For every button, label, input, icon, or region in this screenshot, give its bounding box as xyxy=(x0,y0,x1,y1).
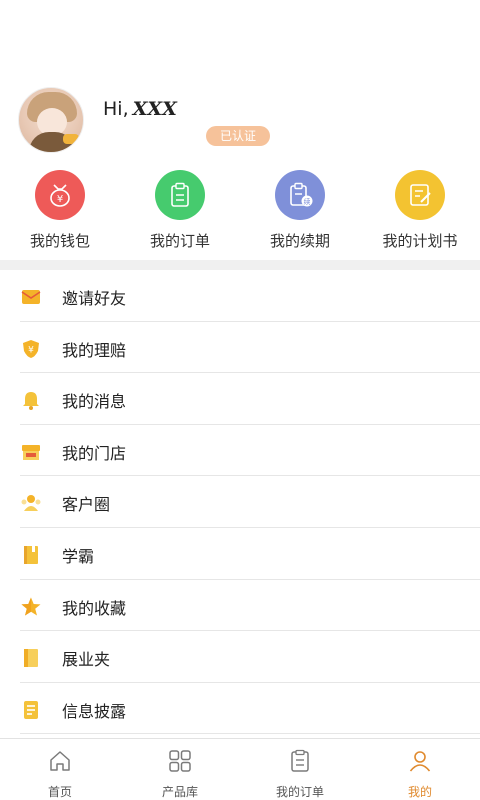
menu-item-disclosure[interactable]: 信息披露 xyxy=(0,683,480,735)
menu-item-claims[interactable]: ¥ 我的理赔 xyxy=(0,322,480,374)
menu-list: 邀请好友 ¥ 我的理赔 我的消息 我的门店 客户圈 学霸 我的收藏 展业夹 信息… xyxy=(0,270,480,735)
tab-products[interactable]: 产品库 xyxy=(120,739,240,800)
grid-icon xyxy=(169,750,191,772)
tab-home[interactable]: 首页 xyxy=(0,739,120,800)
menu-item-favorites[interactable]: 我的收藏 xyxy=(0,580,480,632)
bell-icon xyxy=(23,392,39,411)
order-icon xyxy=(155,170,205,220)
folder-icon xyxy=(24,649,38,668)
tab-label: 首页 xyxy=(47,785,72,799)
user-icon xyxy=(409,751,431,772)
wallet-button[interactable]: ¥ 我的钱包 xyxy=(0,168,120,252)
book-icon xyxy=(24,545,38,564)
plan-icon xyxy=(395,170,445,220)
menu-item-label: 邀请好友 xyxy=(62,289,127,308)
document-icon xyxy=(24,700,38,719)
greeting: Hi, XXX xyxy=(103,98,177,120)
wallet-label: 我的钱包 xyxy=(29,232,90,250)
menu-item-label: 客户圈 xyxy=(62,495,111,515)
star-icon xyxy=(21,597,41,616)
menu-item-messages[interactable]: 我的消息 xyxy=(0,373,480,425)
renewal-icon: 续 xyxy=(275,170,325,220)
plan-button[interactable]: 我的计划书 xyxy=(360,168,480,252)
menu-item-label: 我的消息 xyxy=(62,392,127,412)
svg-text:¥: ¥ xyxy=(57,194,63,205)
section-divider xyxy=(0,260,480,270)
tab-mine[interactable]: 我的 xyxy=(360,739,480,800)
username: XXX xyxy=(132,98,177,120)
profile-header: Hi, XXX 已认证 xyxy=(0,0,480,160)
order-button[interactable]: 我的订单 xyxy=(120,168,240,252)
greeting-text: Hi, xyxy=(103,98,129,120)
verified-badge: 已认证 xyxy=(206,126,270,146)
svg-text:¥: ¥ xyxy=(28,345,34,355)
wallet-icon: ¥ xyxy=(35,170,85,220)
renewal-button[interactable]: 续 我的续期 xyxy=(240,168,360,252)
order-label: 我的订单 xyxy=(149,232,210,250)
tab-label: 我的 xyxy=(407,785,432,799)
menu-item-label: 信息披露 xyxy=(62,701,127,721)
store-icon xyxy=(22,444,40,460)
tab-label: 我的订单 xyxy=(275,785,324,799)
menu-item-study[interactable]: 学霸 xyxy=(0,528,480,580)
svg-text:续: 续 xyxy=(304,197,311,206)
renewal-label: 我的续期 xyxy=(269,232,330,250)
menu-item-customers[interactable]: 客户圈 xyxy=(0,476,480,528)
menu-item-label: 学霸 xyxy=(62,546,95,566)
tab-orders[interactable]: 我的订单 xyxy=(240,739,360,800)
menu-item-portfolio[interactable]: 展业夹 xyxy=(0,631,480,683)
menu-item-invite[interactable]: 邀请好友 xyxy=(0,270,480,322)
people-icon xyxy=(21,495,41,512)
plan-label: 我的计划书 xyxy=(382,232,458,250)
menu-item-label: 展业夹 xyxy=(62,650,111,670)
home-icon xyxy=(50,751,70,771)
menu-item-label: 我的收藏 xyxy=(62,598,127,618)
menu-item-label: 我的理赔 xyxy=(62,340,127,360)
quick-actions: ¥ 我的钱包 我的订单 续 我的续期 我的计划书 xyxy=(0,168,480,252)
shield-icon: ¥ xyxy=(23,339,39,358)
clipboard-icon xyxy=(291,749,309,772)
tab-label: 产品库 xyxy=(161,785,198,799)
bottom-tab-bar: 首页 产品库 我的订单 我的 xyxy=(0,738,480,800)
menu-item-label: 我的门店 xyxy=(62,443,127,463)
avatar[interactable] xyxy=(18,87,84,153)
menu-item-store[interactable]: 我的门店 xyxy=(0,425,480,477)
envelope-icon xyxy=(21,290,41,304)
